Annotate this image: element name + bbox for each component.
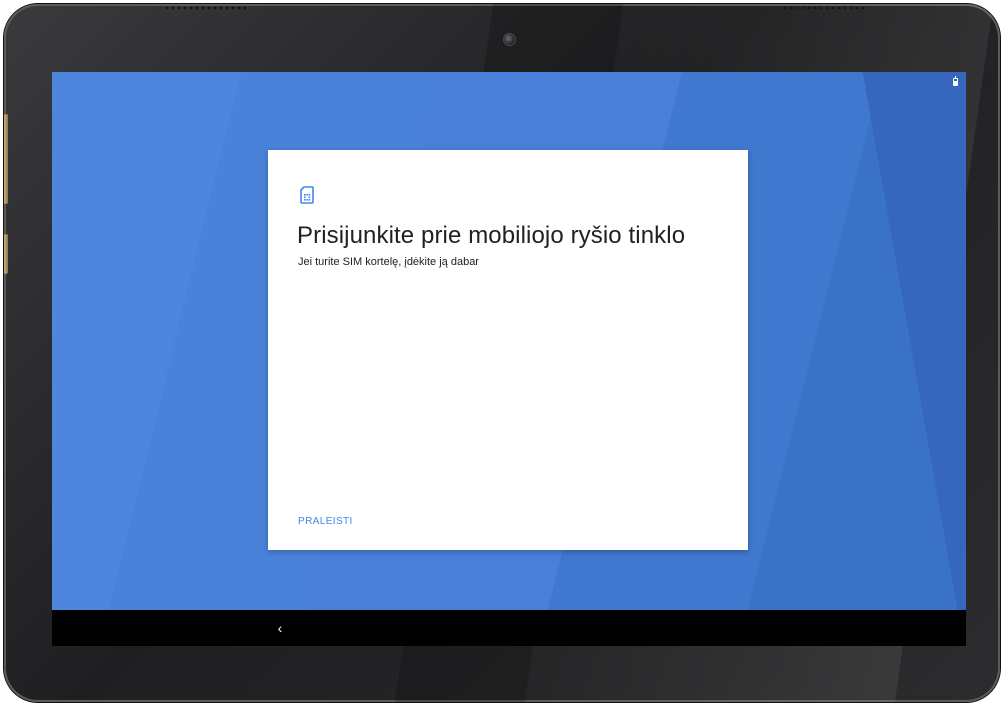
battery-icon [953, 76, 958, 86]
tablet-device: Prisijunkite prie mobiliojo ryšio tinklo… [4, 4, 1000, 702]
dialog-title: Prisijunkite prie mobiliojo ryšio tinklo [297, 222, 686, 249]
front-camera [504, 34, 515, 45]
skip-button[interactable]: PRALEISTI [290, 512, 361, 531]
speaker-grille-left [164, 6, 246, 10]
sim-card-icon [300, 186, 314, 204]
navigation-bar: ‹ [52, 610, 966, 646]
back-icon[interactable]: ‹ [270, 618, 290, 638]
speaker-grille-right [782, 6, 864, 10]
screen: Prisijunkite prie mobiliojo ryšio tinklo… [52, 72, 966, 646]
power-button [4, 234, 8, 274]
wallpaper: Prisijunkite prie mobiliojo ryšio tinklo… [52, 72, 966, 610]
volume-button [4, 114, 8, 204]
dialog-subtitle: Jei turite SIM kortelę, įdėkite ją dabar [298, 256, 479, 268]
setup-dialog: Prisijunkite prie mobiliojo ryšio tinklo… [268, 150, 748, 550]
